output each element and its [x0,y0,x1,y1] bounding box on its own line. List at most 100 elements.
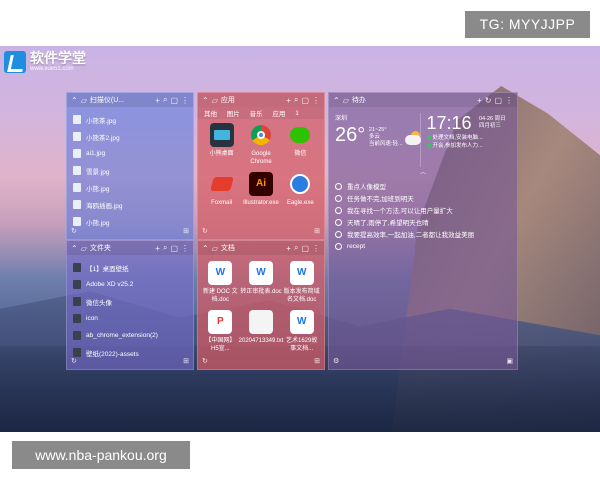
todo-item[interactable]: recept [335,240,511,252]
doc-item[interactable]: W 转正审批表.doc [239,261,284,304]
todo-item[interactable]: 天晴了,雨停了,希望明天也晴 [335,216,511,228]
list-item[interactable]: icon [73,310,187,327]
app-item[interactable]: Ai Illustrator.exe [241,172,280,207]
view-toggle-icon[interactable]: ⊞ [183,227,189,237]
app-item[interactable]: 小熊桌面 [202,123,241,166]
list-item[interactable]: 雪景.jpg [73,162,187,179]
folder-small-icon: ▱ [211,243,218,253]
folder-icon [73,297,81,306]
delete-icon[interactable]: ▢ [301,244,309,253]
add-icon[interactable]: + [286,244,291,253]
delete-icon[interactable]: ▢ [170,96,178,105]
list-item[interactable]: ab_chrome_extension(2) [73,327,187,344]
list-item[interactable]: 小熊.jpg [73,179,187,196]
delete-icon[interactable]: ▢ [170,244,178,253]
list-item[interactable]: Adobe XD v25.2 [73,276,187,293]
delete-icon[interactable]: ▢ [494,96,502,105]
checkbox-icon[interactable] [335,218,342,226]
search-icon[interactable]: ⌕ [163,243,167,253]
refresh-icon[interactable]: ↻ [485,96,492,105]
fence-folders[interactable]: ⌃ ▱ 文件夹 + ⌕ ▢ ⋮ 【1】桌面壁纸 Adobe XD v25.2 微… [66,240,194,370]
doc-item[interactable]: W 新建 DOC 文档.doc [202,261,239,304]
refresh-icon[interactable]: ↻ [202,357,208,367]
collapse-icon[interactable]: ⌃ [202,96,209,105]
search-icon[interactable]: ⌕ [294,95,298,105]
todo-item[interactable]: 我要提高效率,一起加油,二者都让我效益美丽 [335,228,511,240]
fence-header[interactable]: ⌃ ▱ 待办 + ↻ ▢ ⋮ [329,93,517,107]
collapse-icon[interactable]: ⌃ [333,96,340,105]
list-item[interactable]: 小熊茶.jpg [73,111,187,128]
event-item[interactable]: 处理文档,安装电脑... [426,134,512,142]
doc-item[interactable]: W 艺术1629故事文档... [283,310,320,353]
view-toggle-icon[interactable]: ▣ [506,357,513,367]
expand-chevron-icon[interactable]: ︿ [329,167,517,176]
tg-watermark: TG: MYYJJPP [465,11,590,38]
menu-icon[interactable]: ⋮ [181,96,189,105]
fence-documents[interactable]: ⌃ ▱ 文档 + ⌕ ▢ ⋮ W 新建 DOC 文档.doc W 转正审批表.doc… [197,240,325,370]
delete-icon[interactable]: ▢ [301,96,309,105]
fence-header[interactable]: ⌃ ▱ 文档 + ⌕ ▢ ⋮ [198,241,324,255]
view-toggle-icon[interactable]: ⊞ [314,227,320,237]
checkbox-icon[interactable] [335,194,342,202]
app-item[interactable]: Foxmail [202,172,241,207]
collapse-icon[interactable]: ⌃ [202,244,209,253]
add-icon[interactable]: + [155,96,160,105]
cloud-icon [405,135,421,145]
fence-files[interactable]: ⌃ ▱ 扫描仪(U... + ⌕ ▢ ⋮ 小熊茶.jpg 小熊茶2.jpg ai… [66,92,194,240]
event-item[interactable]: 开会,参加发布人力... [426,142,512,150]
search-icon[interactable]: ⌕ [163,95,167,105]
todo-item[interactable]: 重点人像模型 [335,180,511,192]
fence-todo[interactable]: ⌃ ▱ 待办 + ↻ ▢ ⋮ 深圳 26° 21~25° 多云 当前风速:轻..… [328,92,518,370]
wps-doc-icon: W [208,261,233,285]
tab[interactable]: 音乐 [250,108,273,118]
folder-small-icon: ▱ [80,243,87,253]
doc-item[interactable]: 20204713349.txt [239,310,283,353]
fence-header[interactable]: ⌃ ▱ 应用 + ⌕ ▢ ⋮ [198,93,324,107]
menu-icon[interactable]: ⋮ [505,96,513,105]
tab[interactable]: 其他 [204,108,227,118]
checkbox-icon[interactable] [335,182,342,190]
checkbox-icon[interactable] [335,230,342,238]
fence-header[interactable]: ⌃ ▱ 扫描仪(U... + ⌕ ▢ ⋮ [67,93,193,107]
list-item[interactable]: 微信头像 [73,293,187,310]
doc-item[interactable]: W 版本发布简域名文档.doc [283,261,320,304]
menu-icon[interactable]: ⋮ [312,244,320,253]
clock-widget[interactable]: 17:16 04-26 周日 四月初三 处理文档,安装电脑... 开会,参加发布… [419,113,512,167]
app-item[interactable]: 微信 [281,123,320,166]
checkbox-icon[interactable] [335,206,342,214]
app-item[interactable]: Eagle.exe [281,172,320,207]
view-toggle-icon[interactable]: ⊞ [314,357,320,367]
weather-widget[interactable]: 深圳 26° 21~25° 多云 当前风速:轻... [335,113,421,167]
collapse-icon[interactable]: ⌃ [71,244,78,253]
tab[interactable]: 应用 [272,108,295,118]
add-icon[interactable]: + [477,96,482,105]
folder-icon [73,280,81,289]
list-item[interactable]: 【1】桌面壁纸 [73,259,187,276]
todo-item[interactable]: 任务做不完,加班到明天 [335,192,511,204]
refresh-icon[interactable]: ↻ [71,357,77,367]
add-icon[interactable]: + [155,244,160,253]
tab[interactable]: 图片 [227,108,250,118]
menu-icon[interactable]: ⋮ [312,96,320,105]
settings-icon[interactable]: ⚙ [333,357,339,367]
refresh-icon[interactable]: ↻ [71,227,77,237]
logo-subtitle: www.xue51.com [30,66,74,72]
add-icon[interactable]: + [286,96,291,105]
doc-item[interactable]: P 【中国网】H5宣... [202,310,239,353]
menu-icon[interactable]: ⋮ [181,244,189,253]
checkbox-icon[interactable] [335,242,342,250]
event-dot-icon [426,144,431,148]
fence-apps[interactable]: ⌃ ▱ 应用 + ⌕ ▢ ⋮ 其他 图片 音乐 应用 1 小熊桌面 Google… [197,92,325,240]
tab[interactable]: 1 [295,110,318,117]
list-item[interactable]: ai1.jpg [73,145,187,162]
refresh-icon[interactable]: ↻ [202,227,208,237]
list-item[interactable]: 小熊茶2.jpg [73,128,187,145]
app-item[interactable]: Google Chrome [241,123,280,166]
collapse-icon[interactable]: ⌃ [71,96,78,105]
fence-header[interactable]: ⌃ ▱ 文件夹 + ⌕ ▢ ⋮ [67,241,193,255]
todo-item[interactable]: 我在寻找一个方法,可以让用户量扩大 [335,204,511,216]
list-item[interactable]: 海鸥插画.jpg [73,196,187,213]
view-toggle-icon[interactable]: ⊞ [183,357,189,367]
search-icon[interactable]: ⌕ [294,243,298,253]
url-watermark: www.nba-pankou.org [12,441,190,469]
